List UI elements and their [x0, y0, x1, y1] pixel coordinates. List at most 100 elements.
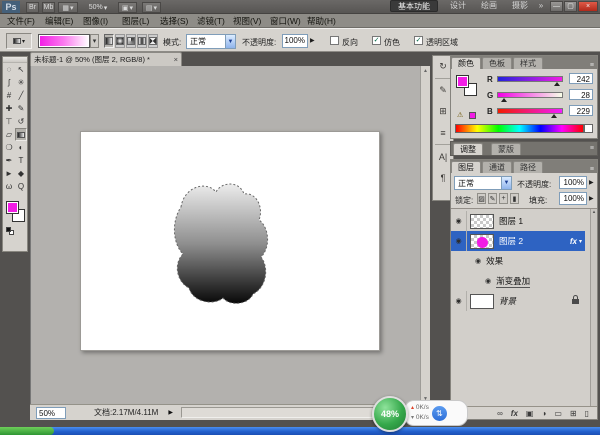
tool-lasso[interactable]: ʃ [3, 76, 15, 89]
panel-menu-icon[interactable]: ≡ [590, 145, 594, 152]
memory-usage-badge[interactable]: 48% [372, 396, 408, 432]
minimize-button[interactable]: — [550, 1, 563, 12]
tab-masks[interactable]: 蒙版 [491, 143, 521, 155]
background-layer-row[interactable]: ◉ 背景 [451, 291, 585, 311]
green-value-input[interactable]: 28 [569, 89, 593, 100]
document-page[interactable] [80, 131, 380, 351]
blue-slider-pointer[interactable] [551, 114, 557, 118]
red-value-input[interactable]: 242 [569, 73, 593, 84]
background-thumbnail[interactable] [470, 293, 494, 309]
visibility-eye-icon[interactable]: ◉ [451, 211, 467, 231]
network-monitor-icon[interactable]: ⇅ [431, 405, 447, 421]
radial-gradient-button[interactable] [115, 34, 125, 48]
layer-mask-icon[interactable]: ▣ [526, 409, 534, 418]
angle-gradient-button[interactable] [126, 34, 136, 48]
tool-clone-stamp[interactable]: ⊤ [3, 115, 15, 128]
tab-color[interactable]: 颜色 [451, 57, 481, 69]
gradient-picker-arrow[interactable]: ▾ [90, 34, 99, 48]
opacity-slider-icon[interactable]: ▶ [310, 37, 315, 44]
tool-quick-selection[interactable]: ✳ [15, 76, 27, 89]
panel-menu-icon[interactable]: ≡ [590, 62, 597, 69]
tab-styles[interactable]: 样式 [513, 57, 543, 69]
menu-layer[interactable]: 图层(L) [122, 14, 149, 28]
tab-channels[interactable]: 通道 [482, 161, 512, 173]
tab-paths[interactable]: 路径 [513, 161, 543, 173]
visibility-eye-icon[interactable]: ◉ [451, 231, 467, 251]
spectrum-white-swatch[interactable] [584, 124, 593, 133]
canvas-area[interactable]: ▲ ▼ [30, 66, 430, 404]
gradient-blob-selection[interactable] [81, 132, 381, 352]
reverse-checkbox[interactable] [330, 36, 339, 45]
new-layer-icon[interactable]: ⊞ [570, 409, 577, 418]
tool-blur[interactable]: ❍ [3, 141, 15, 154]
layer-opacity-input[interactable]: 100% [559, 176, 587, 189]
tool-eyedropper[interactable]: ╱ [15, 89, 27, 102]
windows-taskbar[interactable] [0, 427, 600, 435]
gradient-preview[interactable] [38, 34, 90, 48]
gamut-swatch[interactable] [469, 112, 476, 119]
red-slider-pointer[interactable] [554, 82, 560, 86]
menu-select[interactable]: 选择(S) [160, 14, 188, 28]
tab-adjustments[interactable]: 调整 [453, 143, 483, 155]
link-layers-icon[interactable]: ∞ [497, 409, 503, 418]
foreground-color-swatch[interactable] [6, 201, 19, 214]
tool-spot-healing[interactable]: ✚ [3, 102, 15, 115]
tool-gradient[interactable] [15, 128, 27, 141]
new-group-icon[interactable]: ▭ [554, 409, 562, 418]
tool-custom-shape[interactable]: ◆ [15, 167, 27, 180]
layer-style-icon[interactable]: fx [511, 409, 518, 418]
panel-menu-icon[interactable]: ≡ [590, 166, 597, 173]
workspace-overflow-icon[interactable]: » [536, 0, 546, 12]
blue-value-input[interactable]: 229 [569, 105, 593, 116]
layer-row-2-selected[interactable]: ◉ 图层 2 fx ▾ [451, 231, 585, 251]
layer-opacity-slider-icon[interactable]: ▶ [589, 179, 594, 186]
tool-eraser[interactable]: ▱ [3, 128, 15, 141]
tool-move[interactable]: ↖ [15, 63, 27, 76]
vertical-scrollbar[interactable]: ▲ ▼ [420, 66, 430, 404]
menu-help[interactable]: 帮助(H) [307, 14, 336, 28]
layer-blend-mode-select[interactable]: 正常 ▼ [454, 176, 512, 190]
document-tab[interactable]: 未标题-1 @ 50% (图层 2, RGB/8) * × [30, 52, 182, 66]
foreground-color-well[interactable] [456, 75, 469, 88]
tool-preset-picker[interactable]: ▾ [6, 33, 32, 49]
lock-transparency-button[interactable]: ▨ [477, 193, 486, 204]
tool-hand[interactable]: ω [3, 180, 15, 193]
zoom-level-control[interactable]: 50% ▾ [84, 2, 112, 13]
tool-type[interactable]: T [15, 154, 27, 167]
fill-slider-icon[interactable]: ▶ [589, 195, 594, 202]
linear-gradient-button[interactable] [104, 34, 114, 48]
layer2-thumbnail[interactable] [470, 233, 494, 249]
workspace-tab-design[interactable]: 设计 [446, 0, 470, 12]
lock-all-button[interactable]: ▮ [510, 193, 519, 204]
close-tab-icon[interactable]: × [174, 55, 178, 64]
close-button[interactable]: × [578, 1, 598, 12]
menu-image[interactable]: 图像(I) [83, 14, 108, 28]
arrange-documents-button[interactable]: ▣ ▾ [118, 2, 137, 13]
gamut-warning-icon[interactable]: ⚠ [457, 111, 463, 119]
menu-file[interactable]: 文件(F) [7, 14, 35, 28]
opacity-input[interactable]: 100% [282, 34, 308, 48]
workspace-tab-painting[interactable]: 绘画 [477, 0, 501, 12]
adjustment-layer-icon[interactable]: ◑ [541, 409, 546, 418]
layer-style-fx-icon[interactable]: fx [570, 237, 577, 246]
zoom-percent-input[interactable]: 50% [36, 406, 66, 419]
reflected-gradient-button[interactable] [137, 34, 147, 48]
workspace-tab-essentials[interactable]: 基本功能 [390, 0, 438, 12]
tool-history-brush[interactable]: ↺ [15, 115, 27, 128]
layer1-thumbnail[interactable] [470, 213, 494, 229]
layer-row-1[interactable]: ◉ 图层 1 [451, 211, 585, 231]
tool-zoom[interactable]: Q [15, 180, 27, 193]
menu-filter[interactable]: 滤镜(T) [197, 14, 225, 28]
collapse-effects-icon[interactable]: ▾ [579, 238, 582, 245]
effects-row[interactable]: ◉ 效果 [451, 251, 585, 271]
tool-dodge[interactable]: ◐ [15, 141, 27, 154]
visibility-eye-icon[interactable]: ◉ [451, 291, 467, 311]
tab-layers[interactable]: 图层 [451, 161, 481, 173]
restore-button[interactable]: ▢ [564, 1, 577, 12]
view-extras-button[interactable]: ▦ ▾ [58, 2, 78, 13]
gradient-overlay-effect-row[interactable]: ◉ 渐变叠加 [451, 271, 585, 291]
lock-image-button[interactable]: ✎ [488, 193, 497, 204]
tab-swatches[interactable]: 色板 [482, 57, 512, 69]
tool-path-selection[interactable]: ► [3, 167, 15, 180]
tool-pen[interactable]: ✒ [3, 154, 15, 167]
